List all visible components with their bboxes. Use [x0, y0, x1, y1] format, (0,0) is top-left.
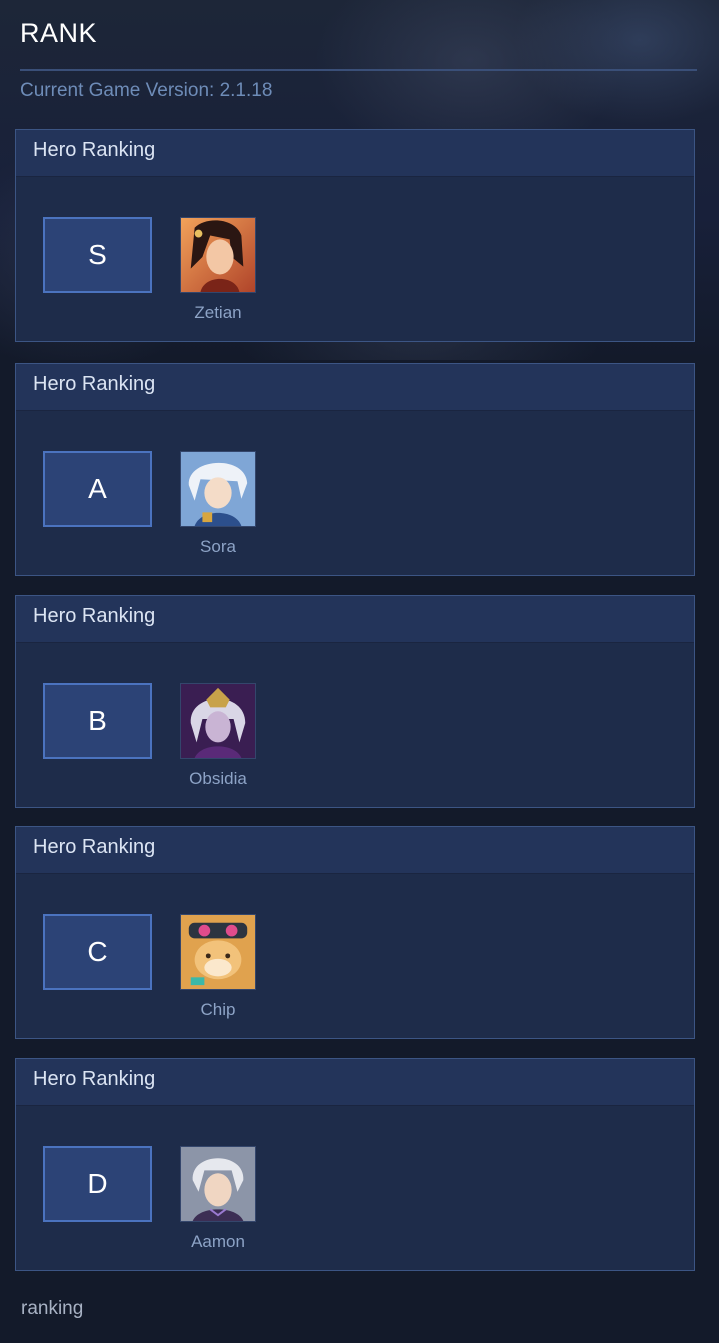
- hero-entry-sora[interactable]: Sora: [176, 451, 260, 557]
- footer-label: ranking: [21, 1298, 84, 1319]
- rank-card-b: Hero Ranking B Obsidia: [15, 595, 695, 808]
- hero-name: Sora: [200, 537, 236, 556]
- hero-portrait[interactable]: [180, 683, 256, 759]
- hero-entry-zetian[interactable]: Zetian: [176, 217, 260, 323]
- card-heading: Hero Ranking: [33, 605, 156, 627]
- hero-portrait[interactable]: [180, 914, 256, 990]
- rank-card-d: Hero Ranking D Aamon: [15, 1058, 695, 1271]
- rank-card-c: Hero Ranking C Chip: [15, 826, 695, 1039]
- card-header: Hero Ranking: [16, 827, 694, 874]
- card-heading: Hero Ranking: [33, 1068, 156, 1090]
- tier-badge: C: [43, 914, 152, 990]
- card-header: Hero Ranking: [16, 1059, 694, 1106]
- card-heading: Hero Ranking: [33, 373, 156, 395]
- hero-portrait[interactable]: [180, 1146, 256, 1222]
- tier-badge: S: [43, 217, 152, 293]
- hero-name: Aamon: [191, 1232, 245, 1251]
- hero-portrait[interactable]: [180, 451, 256, 527]
- rank-card-s: Hero Ranking S Zetian: [15, 129, 695, 342]
- page-title: RANK: [20, 18, 98, 48]
- rank-card-a: Hero Ranking A Sora: [15, 363, 695, 576]
- hero-name: Obsidia: [189, 769, 247, 788]
- hero-name: Chip: [200, 1000, 236, 1019]
- hero-entry-aamon[interactable]: Aamon: [176, 1146, 260, 1252]
- hero-portrait[interactable]: [180, 217, 256, 293]
- card-header: Hero Ranking: [16, 364, 694, 411]
- card-heading: Hero Ranking: [33, 139, 156, 161]
- tier-badge: B: [43, 683, 152, 759]
- tier-badge: A: [43, 451, 152, 527]
- card-header: Hero Ranking: [16, 130, 694, 177]
- header-divider: [20, 69, 697, 71]
- tier-badge: D: [43, 1146, 152, 1222]
- hero-entry-obsidia[interactable]: Obsidia: [176, 683, 260, 789]
- game-version-text: Current Game Version: 2.1.18: [20, 80, 273, 101]
- card-heading: Hero Ranking: [33, 836, 156, 858]
- hero-name: Zetian: [194, 303, 242, 322]
- hero-entry-chip[interactable]: Chip: [176, 914, 260, 1020]
- card-header: Hero Ranking: [16, 596, 694, 643]
